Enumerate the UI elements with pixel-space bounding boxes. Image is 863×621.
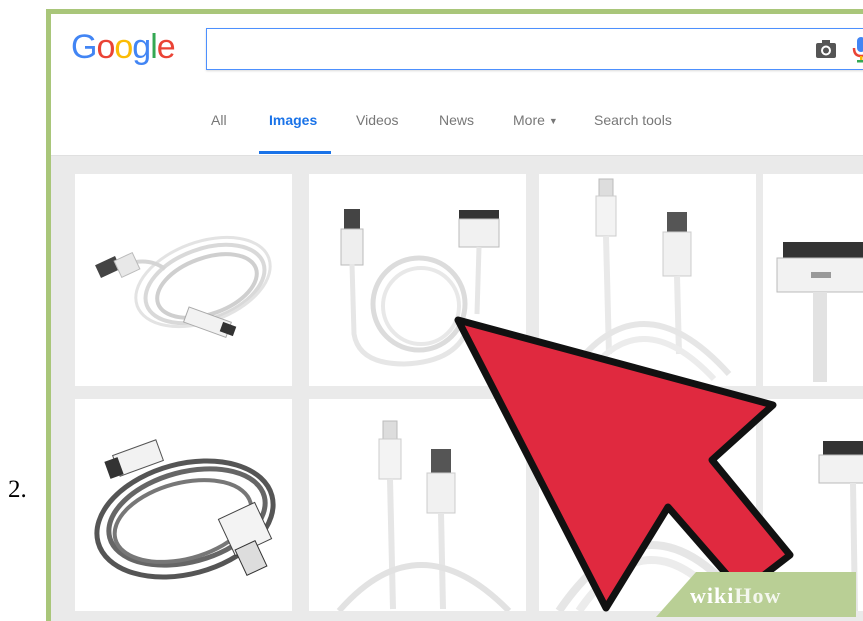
tab-videos[interactable]: Videos	[356, 112, 399, 128]
cable-image	[340, 209, 500, 367]
image-result[interactable]	[539, 174, 756, 386]
tab-more[interactable]: More ▼	[513, 112, 558, 128]
image-result[interactable]	[763, 174, 863, 386]
search-tabs: All Images Videos News More ▼ Search tool…	[51, 74, 863, 156]
step-number: 2.	[8, 476, 27, 503]
wikihow-watermark: wikiHow	[690, 583, 781, 609]
logo-letter: G	[71, 28, 97, 66]
cable-image	[336, 420, 512, 611]
image-result[interactable]	[309, 174, 526, 386]
image-result[interactable]	[75, 174, 292, 386]
tab-more-label: More	[513, 112, 545, 128]
logo-letter: e	[156, 28, 176, 66]
logo-letter: g	[132, 28, 151, 66]
active-tab-indicator	[259, 151, 331, 154]
watermark-how: How	[734, 583, 782, 608]
image-result[interactable]	[309, 399, 526, 611]
logo-letter: o	[96, 28, 115, 66]
microphone-icon[interactable]	[852, 36, 863, 64]
caret-down-icon: ▼	[548, 116, 558, 127]
cable-image	[776, 242, 863, 382]
cable-image	[95, 235, 272, 339]
screenshot-frame: Google All Images Videos News More ▼ Sea…	[46, 9, 863, 621]
tab-search-tools[interactable]: Search tools	[594, 112, 672, 128]
image-result[interactable]	[75, 399, 292, 611]
search-input[interactable]	[206, 28, 863, 70]
camera-icon[interactable]	[815, 39, 837, 59]
tab-all[interactable]: All	[211, 112, 227, 128]
tab-images[interactable]: Images	[269, 112, 317, 128]
google-header: Google All Images Videos News More ▼ Sea…	[51, 14, 863, 156]
cable-image	[566, 178, 732, 382]
watermark-wiki: wiki	[690, 583, 735, 608]
logo-letter: o	[114, 28, 133, 66]
google-logo[interactable]: Google	[71, 28, 176, 67]
cable-image	[94, 439, 276, 580]
tab-news[interactable]: News	[439, 112, 474, 128]
